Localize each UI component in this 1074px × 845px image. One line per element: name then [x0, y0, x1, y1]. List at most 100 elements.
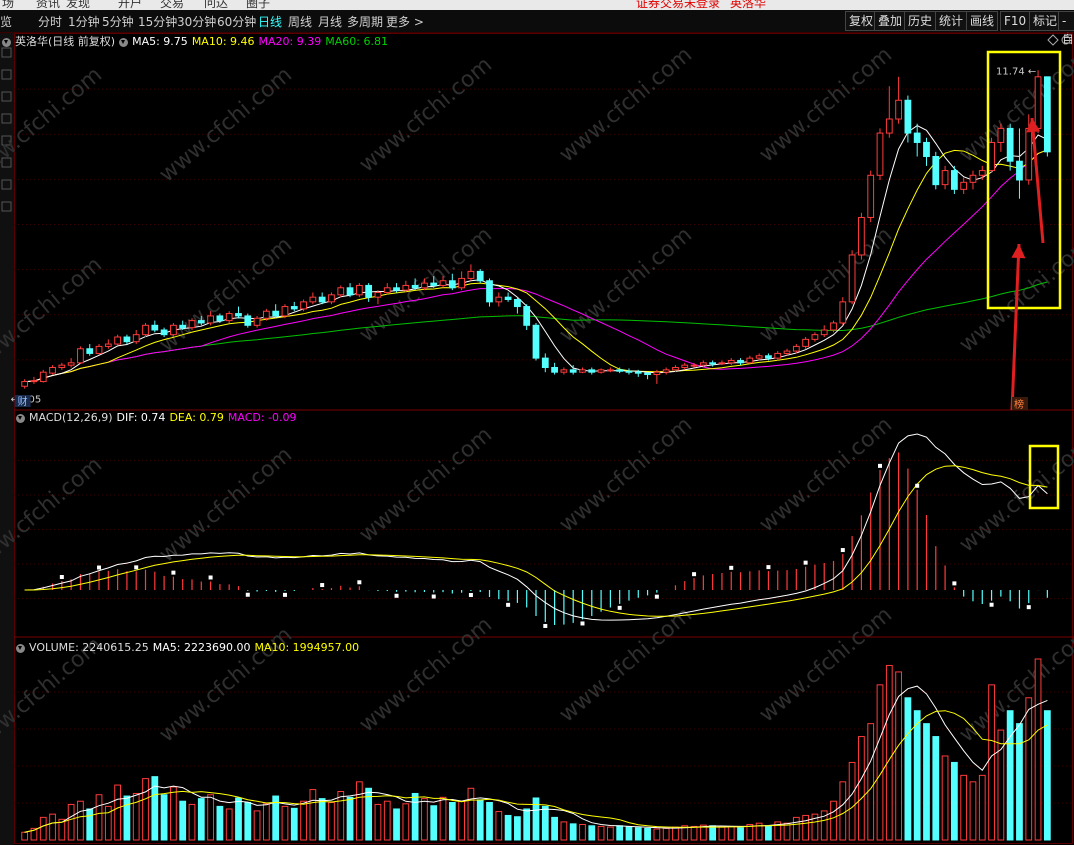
- volume-bar: [662, 827, 670, 841]
- volume-bar: [988, 684, 995, 841]
- main-legend: 英洛华(日线 前复权) MA5: 9.75 MA10: 9.46 MA20: 9.39…: [2, 33, 392, 49]
- candle-body: [588, 369, 596, 373]
- volume-bar: [467, 787, 475, 841]
- watermark-text: www.cfchi.com: [555, 42, 697, 167]
- candle-body: [1006, 127, 1014, 162]
- candle-body: [39, 371, 47, 383]
- volume-bar: [216, 805, 224, 841]
- volume-bar: [262, 803, 270, 841]
- macd-signal-dot: [915, 483, 920, 488]
- macd-signal-dot: [245, 592, 250, 597]
- volume-bar: [374, 803, 382, 841]
- watermark-text: www.cfchi.com: [755, 42, 897, 167]
- candle-body: [421, 282, 428, 289]
- macd-signal-dot: [394, 593, 399, 598]
- volume-bar: [476, 799, 484, 841]
- volume-bar: [95, 794, 103, 841]
- candle-body: [820, 329, 828, 336]
- volume-bar: [188, 803, 196, 841]
- volume-bar: [569, 823, 577, 841]
- candle-body: [867, 174, 875, 218]
- volume-bar: [123, 795, 131, 841]
- candle-body: [997, 127, 1005, 143]
- watermark-text: www.cfchi.com: [555, 602, 697, 727]
- volume-bar: [765, 825, 772, 841]
- candle-body: [960, 181, 968, 190]
- volume-bar: [142, 778, 149, 841]
- candle-body: [514, 299, 521, 308]
- chevron-down-icon[interactable]: [16, 643, 25, 653]
- candle-body: [77, 348, 84, 364]
- volume-bar: [932, 736, 940, 841]
- diamond-icon: [1047, 34, 1059, 46]
- volume-bar: [672, 826, 679, 841]
- candle-body: [606, 369, 614, 372]
- volume-bar: [1043, 710, 1051, 841]
- vol-ma5-value: MA5: 2223690.00: [152, 641, 251, 654]
- candle-body: [21, 381, 29, 387]
- volume-title: VOLUME: 2240615.25: [29, 641, 149, 654]
- candle-body: [932, 156, 940, 186]
- volume-bar: [235, 797, 242, 841]
- candle-body: [681, 364, 689, 368]
- candle-body: [1043, 76, 1051, 153]
- volume-bar: [49, 813, 56, 841]
- candle-body: [1025, 127, 1033, 181]
- volume-bar: [160, 794, 168, 841]
- candle-body: [365, 284, 373, 298]
- candle-body: [551, 366, 558, 373]
- macd-signal-dot: [431, 594, 436, 599]
- macd-signal-dot: [580, 621, 585, 626]
- settings-toggle-icon[interactable]: [119, 37, 129, 47]
- watermark-text: www.cfchi.com: [0, 452, 107, 577]
- macd-signal-dot: [97, 565, 102, 570]
- candle-body: [616, 369, 624, 372]
- macd-signal-dot: [617, 605, 622, 610]
- candle-body: [95, 345, 103, 354]
- volume-bar: [839, 781, 847, 841]
- candle-body: [179, 324, 187, 329]
- chevron-down-icon[interactable]: [16, 413, 25, 423]
- watermark-text: www.cfchi.com: [755, 602, 897, 727]
- volume-bar: [300, 800, 307, 841]
- candle-body: [523, 306, 531, 326]
- volume-bar: [411, 792, 419, 841]
- volume-bar: [727, 825, 735, 841]
- rank-badge-label: 榜: [1014, 398, 1024, 411]
- candle-body: [978, 170, 986, 176]
- volume-bar: [1034, 658, 1042, 841]
- candle-body: [1034, 76, 1042, 129]
- chevron-down-icon[interactable]: [2, 37, 11, 47]
- candle-body: [504, 296, 512, 301]
- macd-signal-dot: [171, 570, 176, 575]
- candle-body: [532, 324, 540, 359]
- macd-legend: MACD(12,26,9) DIF: 0.74 DEA: 0.79 MACD: -0.…: [16, 411, 301, 424]
- ma10-value: MA10: 9.46: [191, 35, 255, 48]
- volume-bar: [430, 805, 438, 841]
- candle-body: [783, 350, 791, 354]
- candle-body: [662, 369, 670, 373]
- volume-bar: [309, 789, 317, 841]
- watermark-text: www.cfchi.com: [355, 612, 497, 737]
- volume-bar: [709, 825, 717, 841]
- candle-body: [104, 343, 112, 347]
- candle-body: [718, 362, 726, 365]
- volume-bar: [290, 807, 298, 841]
- candle-body: [300, 301, 307, 310]
- candle-body: [746, 357, 754, 364]
- volume-bar: [439, 796, 447, 841]
- volume-bar: [504, 814, 512, 841]
- macd-signal-dot: [543, 623, 548, 628]
- volume-bar: [969, 781, 977, 841]
- candle-body: [858, 216, 865, 256]
- candle-body: [765, 355, 772, 359]
- volume-bar: [904, 697, 912, 841]
- macd-signal-dot: [692, 572, 697, 577]
- volume-bar: [978, 774, 986, 841]
- candle-body: [318, 296, 326, 303]
- volume-bar: [39, 816, 47, 841]
- candle-body: [448, 280, 456, 289]
- volume-legend: VOLUME: 2240615.25 MA5: 2223690.00 MA10: 1…: [16, 641, 363, 654]
- volume-bar: [355, 781, 363, 841]
- volume-bar: [1016, 723, 1023, 841]
